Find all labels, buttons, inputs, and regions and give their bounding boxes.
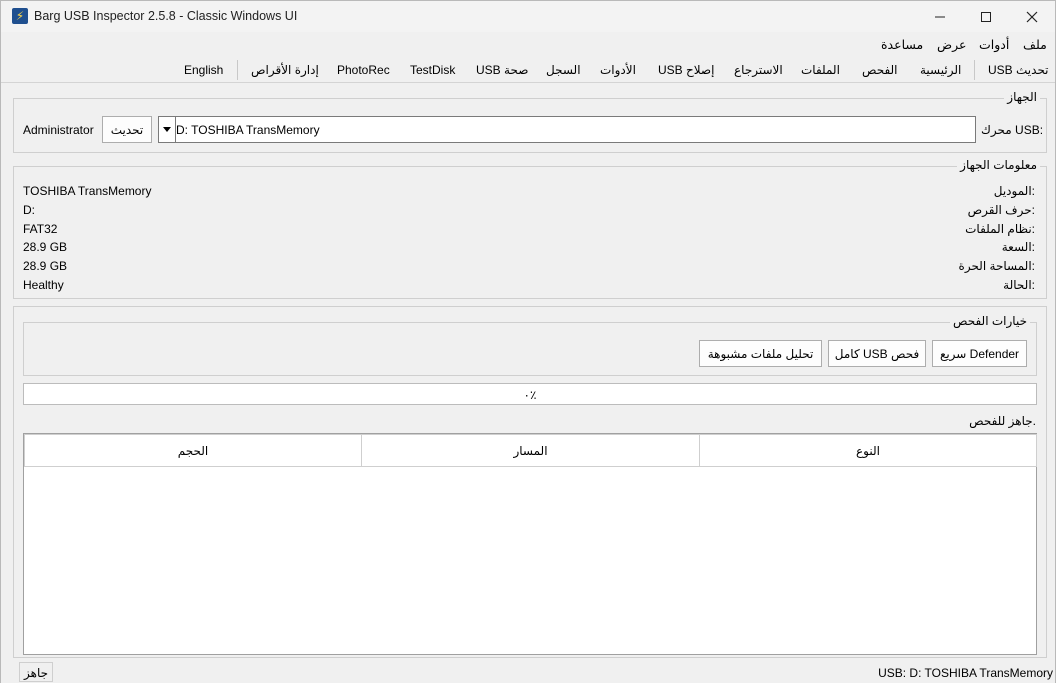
device-info-group-title: معلومات الجهاز [957,158,1040,172]
refresh-button[interactable]: تحديث [102,116,152,143]
info-label-drive-letter: حرف القرص: [967,203,1035,217]
tool-scan[interactable]: الفحص [862,63,898,77]
tool-recovery[interactable]: الاسترجاع [734,63,783,77]
menu-bar: ملف أدوات عرض مساعدة [1,33,1055,55]
usb-drive-label: محرك USB: [981,123,1044,137]
info-value-model: TOSHIBA TransMemory [23,184,152,198]
tool-photorec[interactable]: PhotoRec [337,63,390,77]
minimize-button[interactable] [917,1,963,32]
scan-options-group-title: خيارات الفحص [950,314,1030,328]
device-info-group: معلومات الجهاز [13,158,1047,299]
scan-status-text: جاهز للفحص. [969,414,1036,428]
info-value-filesystem: FAT32 [23,222,58,236]
full-usb-scan-button[interactable]: كامل USB فحص [828,340,926,367]
maximize-button[interactable] [963,1,1009,32]
tool-log[interactable]: السجل [546,63,581,77]
info-value-capacity: 28.9 GB [23,240,68,254]
tool-disk-management[interactable]: إدارة الأقراص [251,63,319,77]
analyze-suspicious-files-button[interactable]: تحليل ملفات مشبوهة [699,340,822,367]
info-label-free-space: المساحة الحرة: [958,259,1035,273]
toolbar-separator [974,60,975,80]
column-header-size[interactable]: الحجم [24,434,362,467]
maximize-icon [981,11,991,22]
dropdown-arrow-icon[interactable] [159,117,176,142]
device-group-title: الجهاز [1004,90,1040,104]
status-bar-ready: جاهز [19,662,54,682]
usb-drive-value: D: TOSHIBA TransMemory [176,123,320,137]
info-value-drive-letter: D: [23,203,35,217]
window-title: Barg USB Inspector 2.5.8 - Classic Windo… [34,9,298,23]
info-label-filesystem: نظام الملفات: [965,222,1035,236]
menu-tools[interactable]: أدوات [979,37,1009,52]
results-table[interactable]: النوع المسار الحجم [23,433,1037,655]
minimize-icon [935,16,945,17]
status-bar: جاهز USB: D: TOSHIBA TransMemory [1,661,1055,683]
menu-view[interactable]: عرض [937,37,966,52]
tool-refresh-usb[interactable]: USB تحديث [988,63,1049,77]
tool-home[interactable]: الرئيسية [920,63,961,77]
close-icon [1026,11,1038,22]
scan-progress-bar: ٠٪ [23,383,1037,405]
info-label-status: الحالة: [1003,278,1035,292]
usb-drive-select[interactable]: D: TOSHIBA TransMemory [158,116,976,143]
close-button[interactable] [1009,1,1055,32]
column-header-type[interactable]: النوع [699,434,1037,467]
info-label-model: الموديل: [993,184,1035,198]
info-value-free-space: 28.9 GB [23,259,68,273]
toolbar-separator [237,60,238,80]
title-bar[interactable]: ⚡ Barg USB Inspector 2.5.8 - Classic Win… [1,1,1055,32]
tool-usb-repair[interactable]: USB إصلاح [658,63,714,77]
toolbar: USB تحديث الرئيسية الفحص الملفات الاسترج… [1,57,1055,83]
menu-help[interactable]: مساعدة [881,37,923,52]
lightning-app-icon: ⚡ [12,8,28,24]
info-value-status: Healthy [23,278,64,292]
tool-usb-health[interactable]: USB صحة [476,63,528,77]
status-bar-usb: USB: D: TOSHIBA TransMemory [878,666,1053,680]
quick-defender-scan-button[interactable]: سريع Defender [932,340,1027,367]
app-window: ⚡ Barg USB Inspector 2.5.8 - Classic Win… [0,0,1056,683]
tool-tools[interactable]: الأدوات [600,63,636,77]
progress-text: ٠٪ [523,388,537,402]
tool-testdisk[interactable]: TestDisk [410,63,455,77]
info-label-capacity: السعة: [1001,240,1035,254]
user-role-label: Administrator [23,123,94,137]
column-header-path[interactable]: المسار [361,434,700,467]
tool-language-english[interactable]: English [184,63,223,77]
menu-file[interactable]: ملف [1023,37,1047,52]
tool-files[interactable]: الملفات [801,63,840,77]
